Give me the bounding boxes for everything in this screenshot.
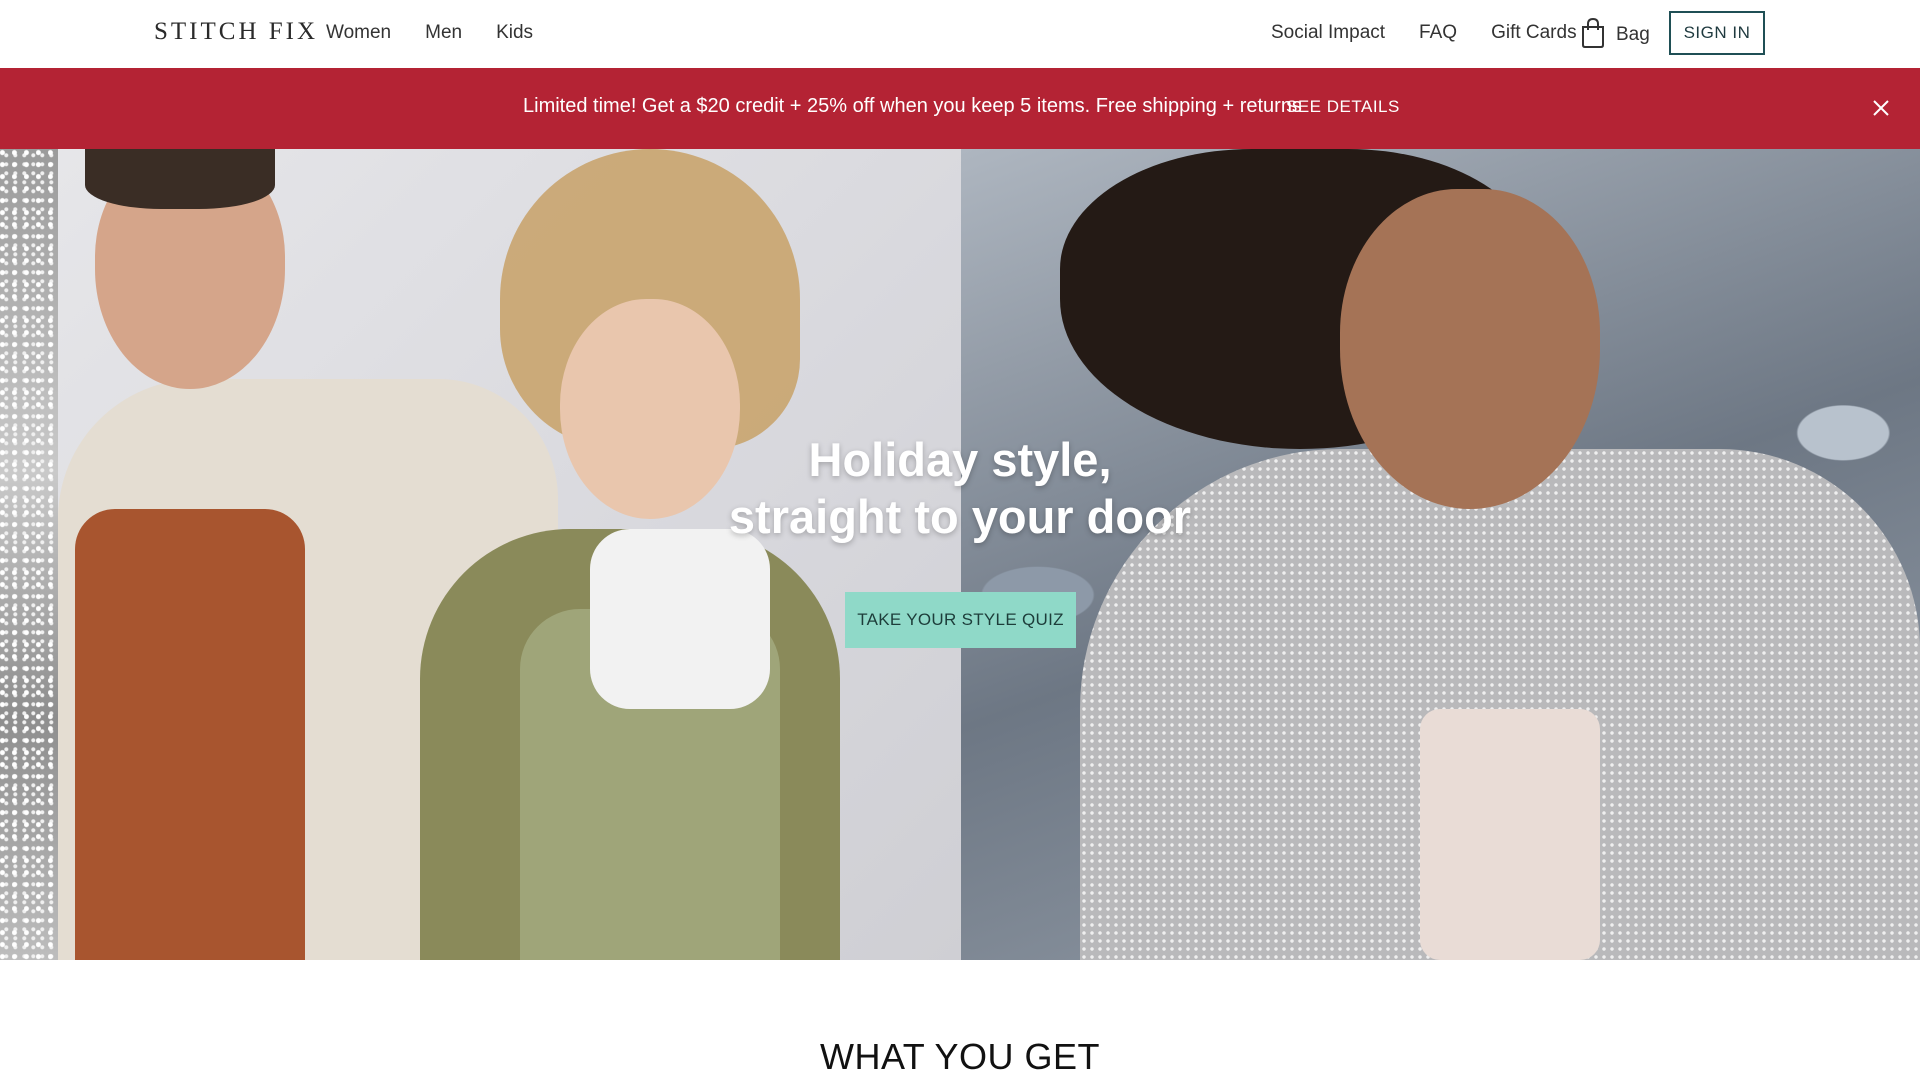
close-icon[interactable]	[1870, 97, 1892, 119]
nav-faq-link[interactable]: FAQ	[1419, 22, 1457, 44]
woman-blonde-turtleneck	[590, 529, 770, 709]
promo-text: Limited time! Get a $20 credit + 25% off…	[523, 95, 1302, 117]
hero-banner: Holiday style, straight to your door TAK…	[0, 149, 1920, 960]
what-you-get-heading: WHAT YOU GET	[819, 1036, 1101, 1077]
primary-nav: Women Men Kids	[326, 22, 533, 44]
nav-gift-cards-link[interactable]: Gift Cards	[1491, 22, 1577, 44]
see-details-link[interactable]: SEE DETAILS	[1286, 97, 1400, 117]
hero-title-line-2: straight to your door	[728, 490, 1192, 543]
nav-social-impact-link[interactable]: Social Impact	[1271, 22, 1385, 44]
nav-kids-link[interactable]: Kids	[496, 22, 533, 44]
sign-in-button[interactable]: SIGN IN	[1669, 11, 1765, 55]
stitch-fix-logo[interactable]: STITCH FIX	[154, 18, 318, 46]
woman-satin-top	[1420, 709, 1600, 960]
nav-women-link[interactable]: Women	[326, 22, 391, 44]
hero-title: Holiday style, straight to your door	[0, 431, 1920, 545]
secondary-nav: Social Impact FAQ Gift Cards	[1271, 22, 1577, 44]
glitter-background	[0, 149, 58, 960]
promo-banner: Limited time! Get a $20 credit + 25% off…	[0, 68, 1920, 149]
bag-label: Bag	[1616, 24, 1650, 45]
hero-title-line-1: Holiday style,	[808, 433, 1112, 486]
man-sweater	[75, 509, 305, 960]
site-header: STITCH FIX Women Men Kids Social Impact …	[0, 0, 1920, 68]
shopping-bag-icon	[1582, 18, 1604, 48]
nav-men-link[interactable]: Men	[425, 22, 462, 44]
bag-button[interactable]: Bag	[1580, 18, 1650, 48]
man-hair	[85, 149, 275, 209]
style-quiz-button[interactable]: TAKE YOUR STYLE QUIZ	[845, 592, 1076, 648]
